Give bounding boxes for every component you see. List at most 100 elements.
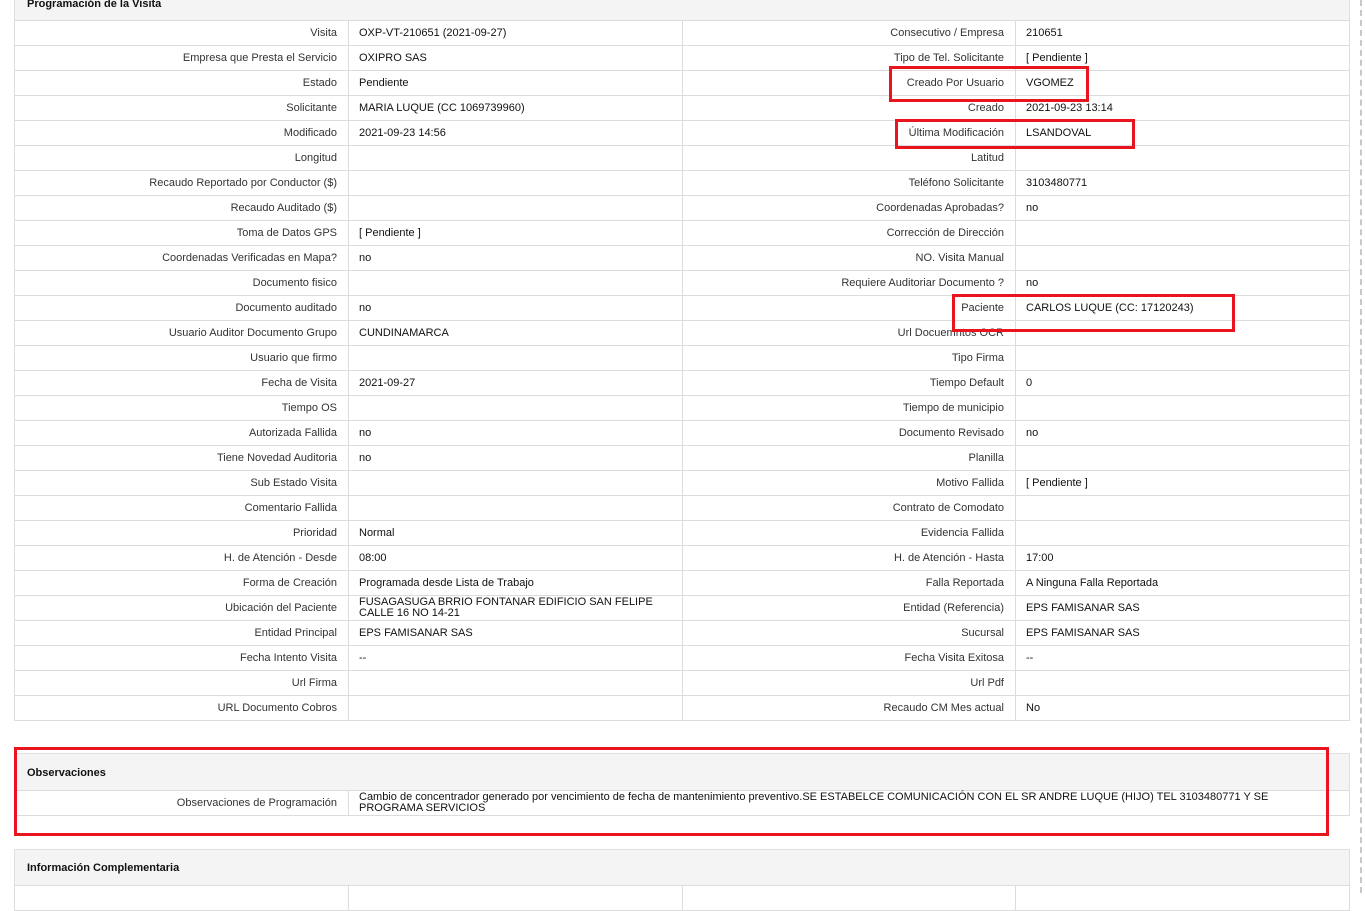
observaciones-section-header: Observaciones [14,753,1350,791]
table-row: Toma de Datos GPS[ Pendiente ] Corrección… [14,220,1350,246]
visit-details-table: Visita OXP-VT-210651 (2021-09-27) Consecut… [14,20,1350,721]
observaciones-table: Observaciones de Programación Cambio de … [14,790,1350,816]
table-row: Ubicación del Paciente FUSAGASUGA BRRIO F… [14,595,1350,621]
field-label: Forma de Creación [14,570,349,596]
info-cell [14,885,349,911]
field-label: Tiene Novedad Auditoria [14,445,349,471]
field-label: Planilla [682,445,1016,471]
info-table [14,885,1350,911]
field-value: MARIA LUQUE (CC 1069739960) [348,95,683,121]
field-label: Fecha Visita Exitosa [682,645,1016,671]
field-value: Pendiente [348,70,683,96]
field-value: no [1015,420,1350,446]
field-label: Contrato de Comodato [682,495,1016,521]
field-value: 2021-09-27 [348,370,683,396]
field-label: Documento Revisado [682,420,1016,446]
table-row: Prioridad Normal Evidencia Fallida [14,520,1350,546]
info-title: Información Complementaria [27,862,180,874]
field-label: Visita [14,20,349,46]
field-value [348,670,683,696]
info-row [14,885,1350,911]
field-value [1015,145,1350,171]
field-label: Tiempo OS [14,395,349,421]
table-row: Modificado 2021-09-23 14:56 Última Modific… [14,120,1350,146]
field-label: Teléfono Solicitante [682,170,1016,196]
field-label: H. de Atención - Hasta [682,545,1016,571]
field-label: Tiempo de municipio [682,395,1016,421]
info-section-header: Información Complementaria [14,849,1350,887]
field-label: Consecutivo / Empresa [682,20,1016,46]
field-label: Falla Reportada [682,570,1016,596]
field-value [1015,395,1350,421]
table-row: Coordenadas Verificadas en Mapa? no NO. Vi… [14,245,1350,271]
field-label: Solicitante [14,95,349,121]
field-label: Empresa que Presta el Servicio [14,45,349,71]
field-value: no [1015,195,1350,221]
table-row: Usuario que firmo Tipo Firma [14,345,1350,371]
field-value: Programada desde Lista de Trabajo [348,570,683,596]
info-cell [682,885,1016,911]
field-value: LSANDOVAL [1015,120,1350,146]
field-label: Creado Por Usuario [682,70,1016,96]
field-value: no [348,445,683,471]
table-row: Fecha Intento Visita -- Fecha Visita Exito… [14,645,1350,671]
field-value [1015,520,1350,546]
field-label: Recaudo Auditado ($) [14,195,349,221]
field-value [348,695,683,721]
table-row: Url Firma Url Pdf [14,670,1350,696]
field-value: Normal [348,520,683,546]
field-label: Longitud [14,145,349,171]
field-value: FUSAGASUGA BRRIO FONTANAR EDIFICIO SAN F… [348,595,683,621]
field-value: EPS FAMISANAR SAS [348,620,683,646]
table-row: Comentario Fallida Contrato de Comodato [14,495,1350,521]
observaciones-label: Observaciones de Programación [14,790,349,816]
field-label: Coordenadas Aprobadas? [682,195,1016,221]
field-label: Sub Estado Visita [14,470,349,496]
field-label: Fecha de Visita [14,370,349,396]
field-value: -- [1015,645,1350,671]
field-label: URL Documento Cobros [14,695,349,721]
table-row: Autorizada Fallida no Documento Revisado no [14,420,1350,446]
field-value: [ Pendiente ] [348,220,683,246]
field-label: Creado [682,95,1016,121]
field-value: [ Pendiente ] [1015,45,1350,71]
field-label: Prioridad [14,520,349,546]
field-label: Tiempo Default [682,370,1016,396]
field-value [348,495,683,521]
field-label: Entidad Principal [14,620,349,646]
field-value [1015,670,1350,696]
field-label: Url Pdf [682,670,1016,696]
field-value [1015,245,1350,271]
page-edge-divider [1360,0,1362,893]
field-value [1015,320,1350,346]
observaciones-value: Cambio de concentrador generado por venc… [348,790,1350,816]
field-label: Autorizada Fallida [14,420,349,446]
field-label: Usuario que firmo [14,345,349,371]
field-label: Usuario Auditor Documento Grupo [14,320,349,346]
field-label: Estado [14,70,349,96]
field-value: no [348,295,683,321]
field-label: Requiere Auditoriar Documento ? [682,270,1016,296]
table-row: Recaudo Auditado ($) Coordenadas Aprobada… [14,195,1350,221]
field-label: Modificado [14,120,349,146]
field-label: Documento auditado [14,295,349,321]
field-value: 08:00 [348,545,683,571]
field-value: EPS FAMISANAR SAS [1015,595,1350,621]
field-label: Coordenadas Verificadas en Mapa? [14,245,349,271]
field-label: H. de Atención - Desde [14,545,349,571]
field-value: 2021-09-23 13:14 [1015,95,1350,121]
field-label: Corrección de Dirección [682,220,1016,246]
table-row: Usuario Auditor Documento Grupo CUNDINAMA… [14,320,1350,346]
field-value: no [348,245,683,271]
field-value: 2021-09-23 14:56 [348,120,683,146]
field-value: [ Pendiente ] [1015,470,1350,496]
field-label: Última Modificación [682,120,1016,146]
field-value: no [1015,270,1350,296]
field-value [348,470,683,496]
field-label: Paciente [682,295,1016,321]
programacion-section-header: Programación de la Visita [14,0,1350,22]
field-label: Recaudo CM Mes actual [682,695,1016,721]
table-row: Recaudo Reportado por Conductor ($) Teléf… [14,170,1350,196]
field-value [348,345,683,371]
field-value: 3103480771 [1015,170,1350,196]
